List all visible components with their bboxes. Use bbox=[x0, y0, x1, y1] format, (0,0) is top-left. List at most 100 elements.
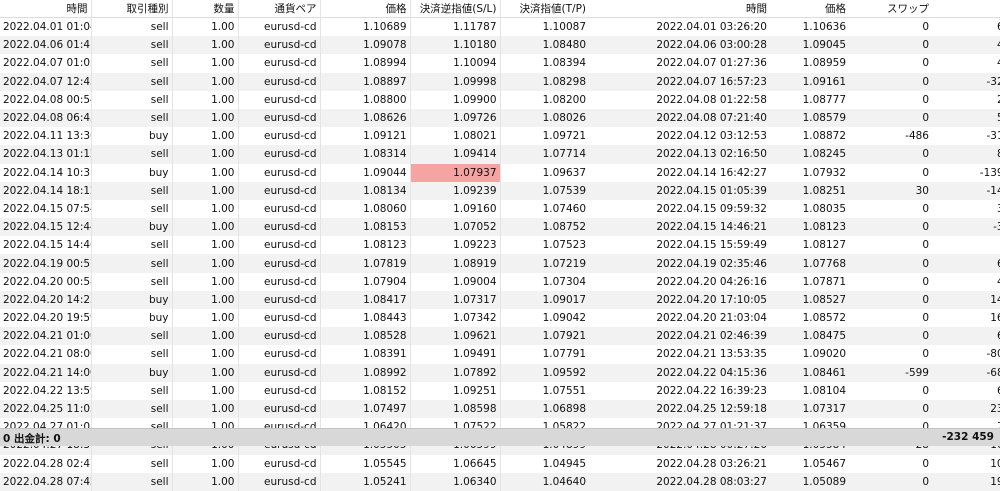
cell-close-time: 2022.04.22 16:39:23 bbox=[589, 381, 770, 400]
cell-take-profit: 1.07921 bbox=[500, 327, 589, 346]
cell-open-price: 1.08800 bbox=[320, 90, 411, 109]
cell-open-price: 1.08528 bbox=[320, 327, 411, 346]
cell-take-profit: 1.08752 bbox=[500, 218, 589, 237]
cell-profit: -506 bbox=[932, 236, 1000, 255]
cell-open-price: 1.08994 bbox=[320, 54, 411, 73]
table-row[interactable]: 2022.04.21 01:00:01sell1.00eurusd-cd1.08… bbox=[0, 327, 1000, 346]
table-row[interactable]: 2022.04.19 00:57:17sell1.00eurusd-cd1.07… bbox=[0, 254, 1000, 273]
cell-stop-loss: 1.08598 bbox=[410, 399, 501, 419]
table-row[interactable]: 2022.04.14 18:12:11sell1.00eurusd-cd1.08… bbox=[0, 181, 1000, 200]
cell-open-time: 2022.04.25 11:05:16 bbox=[0, 399, 92, 419]
cell-close-price: 1.07871 bbox=[770, 272, 849, 291]
table-row[interactable]: 2022.04.15 14:46:22sell1.00eurusd-cd1.08… bbox=[0, 236, 1000, 255]
table-row[interactable]: 2022.04.14 10:31:39buy1.00eurusd-cd1.090… bbox=[0, 163, 1000, 182]
cell-close-price: 1.08245 bbox=[770, 145, 849, 164]
header-stop-loss[interactable]: 決済逆指値(S/L) bbox=[410, 0, 501, 18]
cell-take-profit: 1.07304 bbox=[500, 272, 589, 291]
cell-volume: 1.00 bbox=[172, 127, 239, 146]
cell-type: sell bbox=[91, 327, 173, 346]
cell-open-time: 2022.04.21 01:00:01 bbox=[0, 327, 92, 346]
cell-symbol: eurusd-cd bbox=[238, 381, 321, 400]
cell-swap: 0 bbox=[849, 218, 932, 237]
cell-symbol: eurusd-cd bbox=[238, 218, 321, 237]
cell-stop-loss: 1.11787 bbox=[410, 17, 501, 37]
cell-type: sell bbox=[91, 472, 173, 491]
cell-symbol: eurusd-cd bbox=[238, 236, 321, 255]
cell-open-time: 2022.04.15 14:46:22 bbox=[0, 236, 92, 255]
table-row[interactable]: 2022.04.20 19:59:05buy1.00eurusd-cd1.084… bbox=[0, 309, 1000, 328]
cell-take-profit: 1.08394 bbox=[500, 54, 589, 73]
cell-type: sell bbox=[91, 399, 173, 419]
cell-profit: -80 513 bbox=[932, 345, 1000, 364]
cell-swap: 0 bbox=[849, 454, 932, 473]
table-row[interactable]: 2022.04.11 13:36:01buy1.00eurusd-cd1.091… bbox=[0, 127, 1000, 146]
cell-profit: 4 260 bbox=[932, 272, 1000, 291]
cell-open-time: 2022.04.11 13:36:01 bbox=[0, 127, 92, 146]
cell-open-price: 1.07497 bbox=[320, 399, 411, 419]
cell-symbol: eurusd-cd bbox=[238, 17, 321, 37]
header-close-price[interactable]: 価格 bbox=[770, 0, 849, 18]
cell-open-time: 2022.04.22 13:59:37 bbox=[0, 381, 92, 400]
table-row[interactable]: 2022.04.28 02:47:21sell1.00eurusd-cd1.05… bbox=[0, 454, 1000, 473]
table-row[interactable]: 2022.04.21 08:00:43sell1.00eurusd-cd1.08… bbox=[0, 345, 1000, 364]
cell-type: sell bbox=[91, 254, 173, 273]
cell-stop-loss: 1.09900 bbox=[410, 90, 501, 109]
cell-swap: 0 bbox=[849, 36, 932, 55]
cell-symbol: eurusd-cd bbox=[238, 54, 321, 73]
cell-stop-loss: 1.09239 bbox=[410, 181, 501, 200]
cell-open-price: 1.08897 bbox=[320, 72, 411, 91]
cell-open-price: 1.07819 bbox=[320, 254, 411, 273]
cell-type: buy bbox=[91, 290, 173, 309]
cell-profit: 5 825 bbox=[932, 108, 1000, 128]
cell-close-time: 2022.04.20 17:10:05 bbox=[589, 290, 770, 309]
header-profit[interactable]: 損益 bbox=[932, 0, 1000, 18]
header-open-price[interactable]: 価格 bbox=[320, 0, 411, 18]
cell-type: sell bbox=[91, 199, 173, 219]
header-symbol[interactable]: 通貨ペア bbox=[238, 0, 321, 18]
table-row[interactable]: 2022.04.08 00:54:34sell1.00eurusd-cd1.08… bbox=[0, 90, 1000, 109]
table-row[interactable]: 2022.04.07 01:05:31sell1.00eurusd-cd1.08… bbox=[0, 54, 1000, 73]
table-row[interactable]: 2022.04.08 06:45:16sell1.00eurusd-cd1.08… bbox=[0, 108, 1000, 128]
table-row[interactable]: 2022.04.01 01:04:35sell1.00eurusd-cd1.10… bbox=[0, 17, 1000, 37]
table-row[interactable]: 2022.04.15 07:54:43sell1.00eurusd-cd1.08… bbox=[0, 199, 1000, 219]
table-header-row: 時間 取引種別 数量 通貨ペア 価格 決済逆指値(S/L) 決済指値(T/P) … bbox=[0, 0, 1000, 18]
cell-type: buy bbox=[91, 127, 173, 146]
cell-volume: 1.00 bbox=[172, 72, 239, 91]
table-row[interactable]: 2022.04.13 01:12:02sell1.00eurusd-cd1.08… bbox=[0, 145, 1000, 164]
table-row[interactable]: 2022.04.06 01:41:44sell1.00eurusd-cd1.09… bbox=[0, 36, 1000, 55]
cell-symbol: eurusd-cd bbox=[238, 108, 321, 128]
cell-open-time: 2022.04.13 01:12:02 bbox=[0, 145, 92, 164]
table-row[interactable]: 2022.04.20 14:23:03buy1.00eurusd-cd1.084… bbox=[0, 290, 1000, 309]
header-swap[interactable]: スワップ bbox=[849, 0, 932, 18]
cell-profit: 23 080 bbox=[932, 399, 1000, 419]
cell-volume: 1.00 bbox=[172, 381, 239, 400]
table-row[interactable]: 2022.04.07 12:43:15sell1.00eurusd-cd1.08… bbox=[0, 72, 1000, 91]
header-open-time[interactable]: 時間 bbox=[0, 0, 92, 18]
cell-take-profit: 1.07219 bbox=[500, 254, 589, 273]
table-row[interactable]: 2022.04.15 12:44:09buy1.00eurusd-cd1.081… bbox=[0, 218, 1000, 237]
table-row[interactable]: 2022.04.25 11:05:16sell1.00eurusd-cd1.07… bbox=[0, 399, 1000, 419]
table-row[interactable]: 2022.04.21 14:00:18buy1.00eurusd-cd1.089… bbox=[0, 363, 1000, 382]
cell-close-time: 2022.04.22 04:15:36 bbox=[589, 363, 770, 382]
cell-close-time: 2022.04.08 01:22:58 bbox=[589, 90, 770, 109]
cell-stop-loss: 1.09998 bbox=[410, 72, 501, 91]
cell-open-time: 2022.04.20 19:59:05 bbox=[0, 309, 92, 328]
cell-volume: 1.00 bbox=[172, 236, 239, 255]
header-type[interactable]: 取引種別 bbox=[91, 0, 173, 18]
cell-close-time: 2022.04.25 12:59:18 bbox=[589, 399, 770, 419]
table-row[interactable]: 2022.04.28 07:42:01sell1.00eurusd-cd1.05… bbox=[0, 472, 1000, 491]
table-row[interactable]: 2022.04.20 00:58:30sell1.00eurusd-cd1.07… bbox=[0, 272, 1000, 291]
header-close-time[interactable]: 時間 bbox=[589, 0, 770, 18]
table-row[interactable]: 2022.04.22 13:59:37sell1.00eurusd-cd1.08… bbox=[0, 381, 1000, 400]
cell-open-price: 1.09078 bbox=[320, 36, 411, 55]
cell-open-price: 1.08152 bbox=[320, 381, 411, 400]
cell-profit: -68 221 bbox=[932, 363, 1000, 382]
cell-take-profit: 1.07539 bbox=[500, 181, 589, 200]
header-volume[interactable]: 数量 bbox=[172, 0, 239, 18]
cell-volume: 1.00 bbox=[172, 145, 239, 164]
cell-stop-loss: 1.09414 bbox=[410, 145, 501, 164]
cell-volume: 1.00 bbox=[172, 90, 239, 109]
cell-symbol: eurusd-cd bbox=[238, 345, 321, 364]
header-take-profit[interactable]: 決済指値(T/P) bbox=[500, 0, 589, 18]
cell-open-time: 2022.04.07 01:05:31 bbox=[0, 54, 92, 73]
